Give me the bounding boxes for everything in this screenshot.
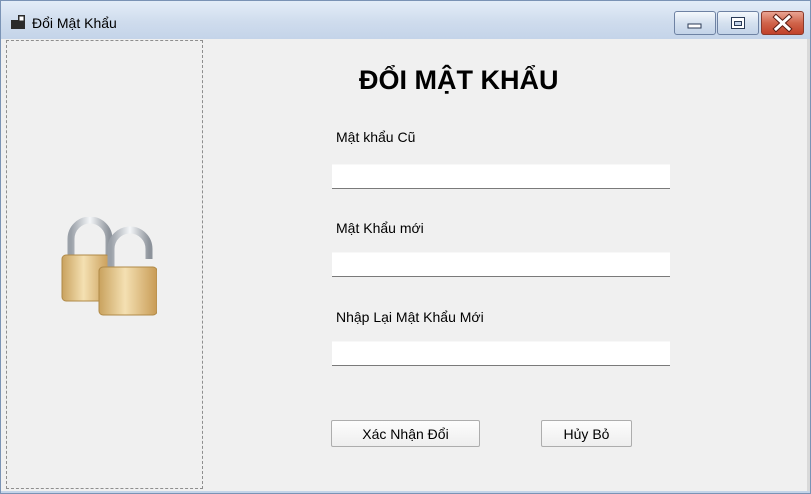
maximize-button[interactable] [717, 11, 759, 35]
maximize-icon [731, 17, 745, 29]
app-window-icon [11, 15, 25, 29]
close-button[interactable] [761, 11, 804, 35]
new-password-label: Mật Khẩu mới [336, 220, 424, 236]
change-password-window: Đổi Mật Khẩu ĐỔI MẬT KHẨU Mật khẩu Cũ Mậ… [0, 0, 811, 494]
new-password-input[interactable] [332, 252, 670, 277]
old-password-input[interactable] [332, 164, 670, 189]
window-title: Đổi Mật Khẩu [32, 15, 117, 31]
cancel-button[interactable]: Hủy Bỏ [541, 420, 632, 447]
confirm-password-input[interactable] [332, 341, 670, 366]
form-client-area: ĐỔI MẬT KHẨU Mật khẩu Cũ Mật Khẩu mới Nh… [1, 39, 810, 493]
confirm-change-button[interactable]: Xác Nhận Đổi [331, 420, 480, 447]
image-panel [6, 40, 203, 489]
right-window-edge [807, 39, 810, 493]
padlocks-icon [61, 217, 157, 316]
minimize-button[interactable] [674, 11, 716, 35]
minimize-icon [687, 23, 702, 29]
form-title: ĐỔI MẬT KHẨU [359, 65, 559, 95]
bottom-window-edge [1, 491, 810, 493]
old-password-label: Mật khẩu Cũ [336, 129, 416, 145]
close-icon [772, 13, 793, 33]
confirm-password-label: Nhập Lại Mật Khẩu Mới [336, 309, 484, 325]
title-bar[interactable]: Đổi Mật Khẩu [1, 1, 810, 40]
